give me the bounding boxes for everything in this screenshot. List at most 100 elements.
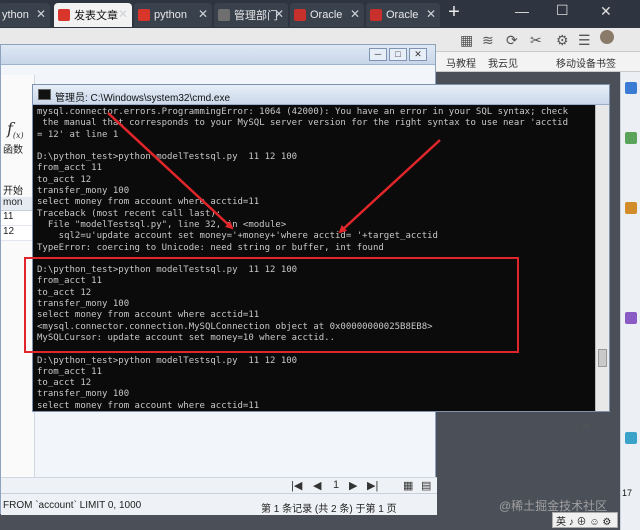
tab-favicon-icon	[218, 9, 230, 21]
page-number[interactable]: 1	[333, 479, 339, 491]
cmd-icon	[38, 89, 51, 100]
record-info-text: 第 1 条记录 (共 2 条) 于第 1 页	[261, 504, 397, 515]
maximize-button[interactable]: ☐	[556, 2, 569, 19]
cmd-line	[37, 141, 593, 152]
avatar[interactable]	[600, 30, 614, 44]
cmd-line: the manual that corresponds to your MySQ…	[37, 118, 569, 129]
sidebar-app-icon[interactable]	[625, 82, 637, 94]
cmd-line: <mysql.connector.connection.MySQLConnect…	[37, 321, 433, 332]
sidebar-app-icon[interactable]	[625, 132, 637, 144]
cmd-line: to_acct 12	[37, 287, 92, 298]
cmd-line: mysql.connector.errors.ProgrammingError:…	[37, 107, 569, 117]
cmd-line: = 12' at line 1	[37, 129, 119, 140]
browser-tab[interactable]: ython ✕	[0, 3, 50, 27]
close-button[interactable]: ✕	[409, 48, 427, 61]
browser-tab-strip: ython ✕ 发表文章 ✕ python ✕ 管理部门 ✕ Oracle ✕ …	[0, 0, 640, 28]
prev-page-button[interactable]: ◀	[313, 479, 321, 492]
right-side-panel	[620, 72, 640, 530]
minimize-button[interactable]: —	[515, 3, 529, 19]
cmd-line	[37, 344, 593, 355]
sidebar-app-icon[interactable]	[625, 202, 637, 214]
browser-tab[interactable]: python ✕	[134, 3, 212, 27]
cmd-output[interactable]: mysql.connector.errors.ProgrammingError:…	[37, 107, 593, 409]
cmd-line: transfer_mony 100	[37, 389, 130, 400]
function-label[interactable]: 函数	[3, 141, 23, 156]
browser-tab[interactable]: Oracle ✕	[290, 3, 364, 27]
close-tab-icon[interactable]: ✕	[198, 7, 208, 21]
sidebar-app-icon[interactable]	[625, 432, 637, 444]
cmd-line: from_acct 11	[37, 276, 103, 287]
tab-label: Oracle	[310, 9, 343, 21]
cmd-line	[37, 254, 593, 265]
minimize-button[interactable]: ─	[369, 48, 387, 61]
navicat-side-panel: f(x) 函数 开始 mon 11 12	[1, 75, 35, 515]
cmd-line: Traceback (most recent call last):	[37, 208, 222, 219]
tab-favicon-icon	[138, 9, 150, 21]
maximize-button[interactable]: □	[389, 48, 407, 61]
cmd-line: to_acct 12	[37, 174, 92, 185]
browser-tab[interactable]: Oracle ✕	[366, 3, 440, 27]
close-window-button[interactable]: ✕	[600, 3, 612, 20]
next-page-button[interactable]: ▶	[349, 479, 357, 492]
tab-label: ython	[2, 9, 29, 21]
cmd-line: TypeError: coercing to Unicode: need str…	[37, 242, 384, 253]
tab-label: Oracle	[386, 9, 419, 21]
tab-label: 管理部门	[234, 10, 278, 22]
sync-icon[interactable]: ⟳	[506, 32, 518, 49]
cmd-line: sql2=u'update account set money='+money+…	[37, 231, 438, 242]
wifi-icon[interactable]: ≋	[482, 32, 494, 49]
sql-footer-text: FROM `account` LIMIT 0, 1000	[3, 500, 142, 511]
browser-tab[interactable]: 管理部门 ✕	[214, 3, 288, 27]
settings-icon[interactable]: ⚙	[556, 32, 569, 49]
menu-icon[interactable]: ☰	[578, 32, 591, 49]
table-row[interactable]: 12	[1, 226, 35, 241]
cmd-line: to_acct 12	[37, 378, 92, 389]
bookmark-item[interactable]: 我云见	[488, 55, 518, 70]
bookmark-item[interactable]: 马教程	[446, 55, 476, 70]
scroll-up-button[interactable]: ^	[574, 421, 598, 443]
close-tab-icon[interactable]: ✕	[274, 7, 284, 21]
sidebar-app-icon[interactable]	[625, 312, 637, 324]
pager: |◀ ◀ 1 ▶ ▶| ▦ ▤	[1, 477, 437, 493]
tab-favicon-icon	[294, 9, 306, 21]
cmd-line: transfer_mony 100	[37, 186, 130, 197]
bookmark-item[interactable]: 移动设备书签	[556, 55, 616, 70]
screenshot-icon[interactable]: ✂	[530, 32, 542, 49]
close-tab-icon[interactable]: ✕	[350, 7, 360, 21]
tab-favicon-icon	[58, 9, 70, 21]
extensions-icon[interactable]: ▦	[460, 32, 473, 49]
column-header[interactable]: mon	[1, 197, 35, 211]
navicat-status-bar: FROM `account` LIMIT 0, 1000 第 1 条记录 (共 …	[1, 493, 437, 515]
function-icon[interactable]: f(x)	[7, 119, 24, 140]
cmd-title: 管理员: C:\Windows\system32\cmd.exe	[55, 93, 231, 104]
cmd-line: File "modelTestsql.py", line 32, in <mod…	[37, 219, 287, 230]
table-row[interactable]: 11	[1, 211, 35, 226]
first-page-button[interactable]: |◀	[291, 479, 302, 492]
tab-favicon-icon	[370, 9, 382, 21]
cmd-line: select money from account where acctid=1…	[37, 310, 260, 321]
scrollbar-thumb[interactable]	[598, 349, 607, 367]
close-tab-icon[interactable]: ✕	[36, 7, 46, 21]
cmd-line: D:\python_test>python modelTestsql.py 11…	[37, 355, 298, 366]
close-tab-icon[interactable]: ✕	[118, 7, 128, 21]
cmd-window[interactable]: 管理员: C:\Windows\system32\cmd.exe mysql.c…	[32, 84, 610, 412]
begin-transaction-button[interactable]: 开始	[3, 182, 23, 197]
clock: 17	[622, 488, 633, 498]
grid-view-icon[interactable]: ▦	[403, 479, 413, 492]
close-tab-icon[interactable]: ✕	[426, 7, 436, 21]
new-tab-button[interactable]: +	[444, 1, 464, 24]
cmd-line: transfer_mony 100	[37, 299, 130, 310]
last-page-button[interactable]: ▶|	[367, 479, 378, 492]
tab-label: python	[154, 9, 188, 21]
cmd-line: D:\python_test>python modelTestsql.py 11…	[37, 265, 298, 276]
cmd-line: MySQLCursor: update account set money=10…	[37, 332, 336, 343]
cmd-line: from_acct 11	[37, 366, 103, 377]
cmd-scrollbar[interactable]	[595, 105, 609, 411]
form-view-icon[interactable]: ▤	[421, 479, 431, 492]
cmd-title-bar: 管理员: C:\Windows\system32\cmd.exe	[33, 85, 609, 105]
browser-tab[interactable]: 发表文章 ✕	[54, 3, 132, 27]
cmd-line: D:\python_test>python modelTestsql.py 11…	[37, 152, 298, 163]
navicat-title-bar: ─ □ ✕	[1, 45, 435, 65]
cmd-line: select money from account where acctid=1…	[37, 197, 260, 208]
ime-toolbar[interactable]: 英 ♪ ⊕ ☺ ⚙	[552, 512, 618, 528]
